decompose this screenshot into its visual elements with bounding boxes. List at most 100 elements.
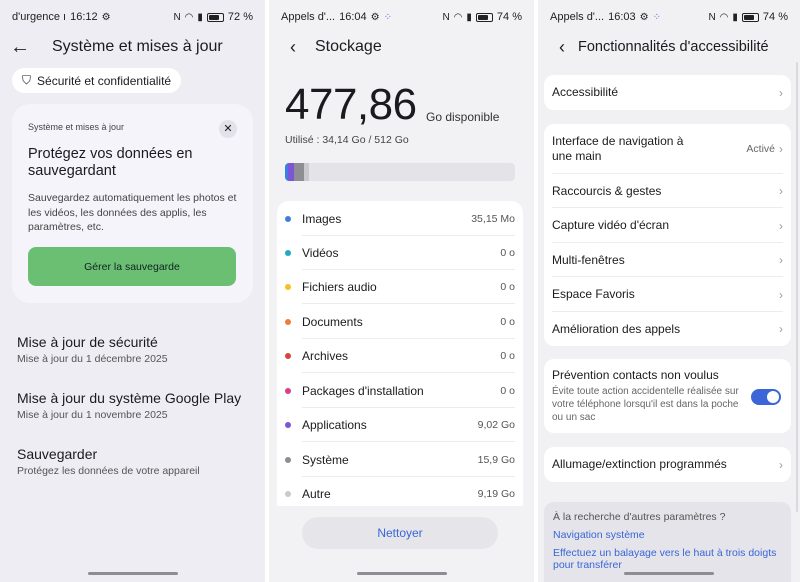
list-item-title: Mise à jour du système Google Play — [17, 390, 242, 406]
pocket-mode-title: Prévention contacts non voulus — [552, 368, 719, 382]
battery-percent: 72 % — [227, 11, 253, 23]
storage-row-applications[interactable]: Applications 9,02 Go — [277, 408, 523, 442]
three-finger-swipe-link[interactable]: Effectuez un balayage vers le haut à tro… — [553, 547, 782, 571]
system-updates-screen: d'urgence ı 16:12 ⚙ N ◠ ▮ 72 % ← Système … — [0, 0, 265, 582]
manage-backup-button[interactable]: Gérer la sauvegarde — [28, 247, 236, 286]
divider — [302, 303, 515, 304]
home-indicator[interactable] — [356, 572, 447, 575]
storage-row-videos[interactable]: Vidéos 0 o — [277, 236, 523, 270]
home-indicator[interactable] — [624, 572, 714, 575]
row-label: Multi-fenêtres — [552, 252, 625, 267]
status-time: 16:03 — [608, 11, 636, 23]
category-label: Applications — [302, 418, 367, 432]
storage-row-packages[interactable]: Packages d'installation 0 o — [277, 374, 523, 408]
category-label: Archives — [302, 349, 349, 363]
page-title: Fonctionnalités d'accessibilité — [578, 39, 769, 55]
row-shortcuts-gestures[interactable]: Raccourcis & gestes › — [544, 174, 791, 208]
category-label: Documents — [302, 315, 363, 329]
system-navigation-link[interactable]: Navigation système — [553, 529, 782, 541]
page-title: Système et mises à jour — [52, 38, 223, 55]
list-item-backup[interactable]: Sauvegarder Protégez les données de votr… — [17, 446, 257, 477]
row-label: Amélioration des appels — [552, 321, 681, 336]
home-indicator[interactable] — [87, 572, 178, 575]
gear-icon: ⚙ — [370, 11, 380, 23]
sim-icon: ▮ — [466, 11, 472, 23]
category-value: 0 o — [500, 247, 515, 259]
category-dot — [285, 284, 291, 290]
chevron-right-icon: › — [779, 287, 783, 302]
row-label: Capture vidéo d'écran — [552, 218, 670, 232]
battery-icon — [475, 12, 493, 22]
bar-segment-other — [304, 163, 309, 181]
row-one-hand-mode[interactable]: Interface de navigation à une main Activ… — [544, 124, 791, 174]
used-storage-label: Utilisé : 34,14 Go / 512 Go — [285, 134, 409, 146]
status-bar: Appels d'... 16:03 ⚙ ⁘ N ◠ ▮ 74 % — [538, 8, 800, 26]
more-settings-question: À la recherche d'autres paramètres ? — [553, 511, 726, 523]
app-bar: ‹ Stockage — [269, 27, 534, 67]
scrollbar[interactable] — [796, 62, 798, 512]
app-bar: ← Système et mises à jour — [0, 27, 265, 67]
card-body: Sauvegardez automatiquement les photos e… — [28, 192, 237, 233]
row-scheduled-power[interactable]: Allumage/extinction programmés › — [544, 447, 791, 482]
row-call-enhancement[interactable]: Amélioration des appels › — [544, 312, 791, 346]
storage-row-system[interactable]: Système 15,9 Go — [277, 443, 523, 477]
accessibility-features-screen: Appels d'... 16:03 ⚙ ⁘ N ◠ ▮ 74 % ‹ Fonc… — [538, 0, 800, 582]
security-privacy-chip[interactable]: ⛉ Sécurité et confidentialité — [12, 68, 182, 93]
row-favorites-space[interactable]: Espace Favoris › — [544, 277, 791, 312]
backup-card: Système et mises à jour ✕ Protégez vos d… — [12, 104, 253, 303]
category-label: Vidéos — [302, 246, 339, 260]
storage-row-audio[interactable]: Fichiers audio 0 o — [277, 270, 523, 304]
storage-row-images[interactable]: Images 35,15 Mo — [277, 202, 523, 236]
card-source-label: Système et mises à jour — [28, 122, 125, 132]
list-item-title: Mise à jour de sécurité — [17, 334, 158, 350]
battery-icon — [206, 12, 224, 22]
row-screen-recording[interactable]: Capture vidéo d'écran › — [544, 208, 791, 243]
chip-label: Sécurité et confidentialité — [37, 73, 172, 88]
nfc-icon: N — [442, 11, 450, 23]
schedule-card: Allumage/extinction programmés › — [544, 447, 791, 482]
accessibility-card: Accessibilité › — [544, 75, 791, 110]
gear-icon: ⚙ — [639, 11, 649, 23]
storage-row-documents[interactable]: Documents 0 o — [277, 305, 523, 339]
app-bar: ‹ Fonctionnalités d'accessibilité — [538, 27, 800, 67]
status-bar: Appels d'... 16:04 ⚙ ⁘ N ◠ ▮ 74 % — [269, 8, 534, 26]
category-value: 0 o — [500, 350, 515, 362]
storage-row-archives[interactable]: Archives 0 o — [277, 339, 523, 373]
pocket-mode-toggle[interactable] — [751, 389, 781, 405]
shield-icon: ⛉ — [22, 73, 32, 87]
category-value: 35,15 Mo — [471, 213, 515, 225]
category-value: 0 o — [500, 281, 515, 293]
status-time: 16:04 — [339, 11, 367, 23]
status-carrier: Appels d'... — [281, 11, 336, 23]
back-arrow-icon[interactable]: ← — [10, 36, 30, 59]
category-label: Fichiers audio — [302, 280, 377, 294]
category-dot — [285, 250, 291, 256]
category-value: 9,19 Go — [477, 488, 515, 500]
divider — [302, 441, 515, 442]
row-label: Interface de navigation à une main — [552, 134, 684, 163]
row-multi-window[interactable]: Multi-fenêtres › — [544, 243, 791, 277]
storage-row-other[interactable]: Autre 9,19 Go — [277, 477, 523, 506]
sim-icon: ▮ — [197, 11, 203, 23]
back-chevron-icon[interactable]: ‹ — [283, 37, 303, 58]
close-icon[interactable]: ✕ — [219, 120, 237, 138]
storage-usage-bar — [285, 163, 515, 181]
category-dot — [285, 353, 291, 359]
screens-container: d'urgence ı 16:12 ⚙ N ◠ ▮ 72 % ← Système … — [0, 0, 800, 582]
list-item-security-update[interactable]: Mise à jour de sécurité Mise à jour du 1… — [17, 334, 257, 365]
chevron-right-icon: › — [779, 85, 783, 100]
category-value: 9,02 Go — [477, 419, 515, 431]
clean-button[interactable]: Nettoyer — [302, 517, 498, 549]
category-dot — [285, 216, 291, 222]
status-carrier: Appels d'... — [550, 11, 605, 23]
chevron-right-icon: › — [779, 218, 783, 233]
list-item-subtitle: Mise à jour du 1 novembre 2025 — [17, 409, 168, 421]
row-accessibility[interactable]: Accessibilité › — [544, 75, 791, 110]
list-item-google-play-update[interactable]: Mise à jour du système Google Play Mise … — [17, 390, 257, 421]
status-carrier: d'urgence ı — [12, 11, 67, 23]
pocket-mode-card: Prévention contacts non voulus Évite tou… — [544, 359, 791, 433]
divider — [302, 372, 515, 373]
battery-icon — [741, 12, 759, 22]
back-chevron-icon[interactable]: ‹ — [552, 37, 572, 58]
category-value: 0 o — [500, 385, 515, 397]
